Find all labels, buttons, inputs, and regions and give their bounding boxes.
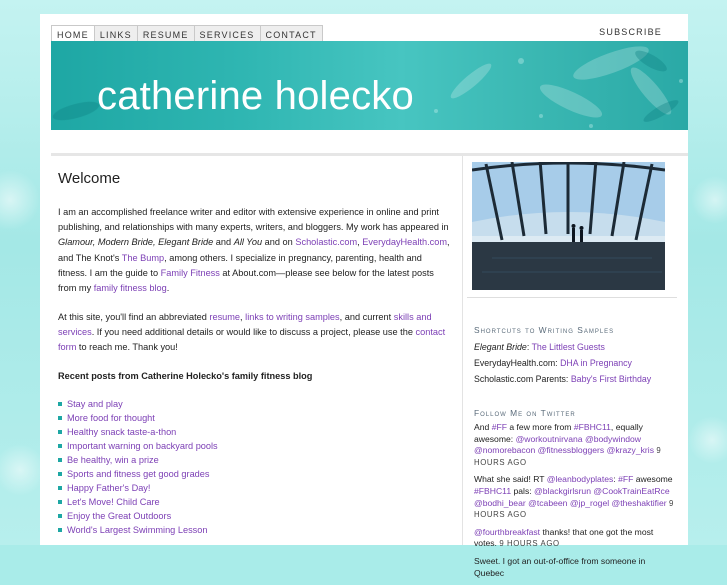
page-container: HOME LINKS RESUME SERVICES CONTACT SUBSC… — [40, 14, 689, 578]
glass-pavilion-photo — [472, 162, 665, 290]
writing-samples-link[interactable]: links to writing samples — [245, 312, 339, 322]
intro-text: . — [166, 283, 170, 294]
tweet-text: What she said! RT — [474, 474, 547, 485]
mention-link[interactable]: @fourthbreakfast — [474, 527, 540, 537]
mention-link[interactable]: @fitnessbloggers — [538, 445, 605, 455]
post-link[interactable]: Let's Move! Child Care — [67, 497, 160, 507]
shortcut-source: Elegant Bride — [474, 342, 527, 352]
tweet-text: And — [474, 422, 492, 432]
list-item: Let's Move! Child Care — [58, 495, 450, 509]
shortcut-item: Elegant Bride: The Littlest Guests — [474, 342, 605, 352]
mention-link[interactable]: @leanbodyplates — [547, 474, 614, 484]
shortcut-item: Scholastic.com Parents: Baby's First Bir… — [474, 374, 651, 384]
post-link[interactable]: Important warning on backyard pools — [67, 441, 218, 451]
hashtag-link[interactable]: #FBHC11 — [574, 422, 611, 432]
site-info-text: At this site, you'll find an abbreviated — [58, 311, 210, 322]
list-item: Healthy snack taste-a-thon — [58, 425, 450, 439]
intro-text: and on — [262, 237, 296, 248]
shortcut-source: Scholastic.com Parents — [474, 374, 566, 384]
hashtag-link[interactable]: #FF — [492, 422, 507, 432]
post-link[interactable]: Sports and fitness get good grades — [67, 469, 210, 479]
intro-text: I am an accomplished freelance writer an… — [58, 207, 449, 233]
list-item: More food for thought — [58, 411, 450, 425]
post-link[interactable]: Be healthy, win a prize — [67, 455, 159, 465]
mention-link[interactable]: @blackgirlsrun — [534, 486, 591, 496]
scholastic-link[interactable]: Scholastic.com — [295, 237, 357, 247]
tweet: And #FF a few more from #FBHC11, equally… — [474, 422, 674, 468]
post-link[interactable]: Enjoy the Great Outdoors — [67, 511, 171, 521]
resume-link[interactable]: resume — [209, 312, 240, 322]
post-link[interactable]: More food for thought — [67, 413, 155, 423]
site-info-text: . If you need additional details or woul… — [91, 326, 416, 337]
list-item: Important warning on backyard pools — [58, 439, 450, 453]
publication-name: All You — [233, 237, 263, 248]
list-item: Happy Father's Day! — [58, 481, 450, 495]
mention-link[interactable]: @workoutnirvana — [516, 434, 583, 444]
list-item: Stay and play — [58, 397, 450, 411]
list-item: World's Largest Swimming Lesson — [58, 523, 450, 537]
post-link[interactable]: Happy Father's Day! — [67, 483, 150, 493]
shortcut-link[interactable]: The Littlest Guests — [532, 342, 605, 352]
sidebar-photo — [472, 162, 665, 290]
post-link[interactable]: Healthy snack taste-a-thon — [67, 427, 176, 437]
the-bump-link[interactable]: The Bump — [122, 253, 164, 263]
list-item: Sports and fitness get good grades — [58, 467, 450, 481]
main-content: Welcome I am an accomplished freelance w… — [58, 170, 450, 537]
mention-link[interactable]: @bodywindow — [585, 434, 641, 444]
twitter-feed: And #FF a few more from #FBHC11, equally… — [474, 422, 674, 585]
shortcut-item: EverydayHealth.com: DHA in Pregnancy — [474, 358, 632, 368]
mention-link[interactable]: @theshaktifier — [612, 498, 667, 508]
tweet-text: awesome — [633, 474, 673, 485]
post-link[interactable]: World's Largest Swimming Lesson — [67, 525, 207, 535]
shortcut-source: EverydayHealth.com — [474, 358, 556, 368]
intro-text: and — [213, 237, 234, 248]
family-fitness-blog-link[interactable]: family fitness blog — [94, 283, 167, 293]
tweet: What she said! RT @leanbodyplates: #FF a… — [474, 474, 674, 520]
mention-link[interactable]: @nomorebacon — [474, 445, 535, 455]
list-item: Be healthy, win a prize — [58, 453, 450, 467]
site-title[interactable]: catherine holecko — [97, 74, 414, 119]
tweet-timestamp[interactable]: 9 HOURS AGO — [499, 539, 559, 548]
sidebar-divider — [467, 297, 677, 298]
site-info-text: , and current — [339, 311, 394, 322]
mention-link[interactable]: @jp_rogel — [570, 498, 609, 508]
list-item: Enjoy the Great Outdoors — [58, 509, 450, 523]
tweet-text: Sweet. I got an out-of-office from someo… — [474, 555, 646, 578]
shortcut-link[interactable]: Baby's First Birthday — [571, 374, 651, 384]
posts-list: Stay and play More food for thought Heal… — [58, 397, 450, 537]
intro-paragraph: I am an accomplished freelance writer an… — [58, 205, 450, 296]
tweet-text: a few more from — [506, 422, 574, 432]
tweet: Sweet. I got an out-of-office from someo… — [474, 556, 674, 579]
hashtag-link[interactable]: #FBHC11 — [474, 486, 511, 496]
hashtag-link[interactable]: #FF — [618, 474, 633, 484]
sidebar: Shortcuts to Writing Samples Elegant Bri… — [462, 156, 689, 578]
page-title: Welcome — [58, 170, 121, 187]
publication-names: Glamour, Modern Bride, Elegant Bride — [58, 237, 214, 248]
mention-link[interactable]: @tcabeen — [528, 498, 567, 508]
header-banner: catherine holecko — [51, 41, 688, 130]
subscribe-link[interactable]: SUBSCRIBE — [599, 27, 662, 37]
family-fitness-link[interactable]: Family Fitness — [161, 268, 220, 278]
mention-link[interactable]: @krazy_kris — [607, 445, 654, 455]
posts-heading: Recent posts from Catherine Holecko's fa… — [58, 370, 313, 381]
shortcut-link[interactable]: DHA in Pregnancy — [560, 358, 632, 368]
site-info-text: to reach me. Thank you! — [76, 342, 178, 353]
tweet-text: pals: — [511, 485, 535, 496]
twitter-heading: Follow Me on Twitter — [474, 408, 576, 418]
everydayhealth-link[interactable]: EverydayHealth.com — [362, 237, 447, 247]
post-link[interactable]: Stay and play — [67, 399, 123, 409]
shortcuts-heading: Shortcuts to Writing Samples — [474, 325, 615, 335]
mention-link[interactable]: @CookTrainEatRce — [593, 486, 669, 496]
mention-link[interactable]: @bodhi_bear — [474, 498, 526, 508]
tweet: @fourthbreakfast thanks! that one got th… — [474, 527, 674, 550]
site-info-paragraph: At this site, you'll find an abbreviated… — [58, 310, 450, 356]
